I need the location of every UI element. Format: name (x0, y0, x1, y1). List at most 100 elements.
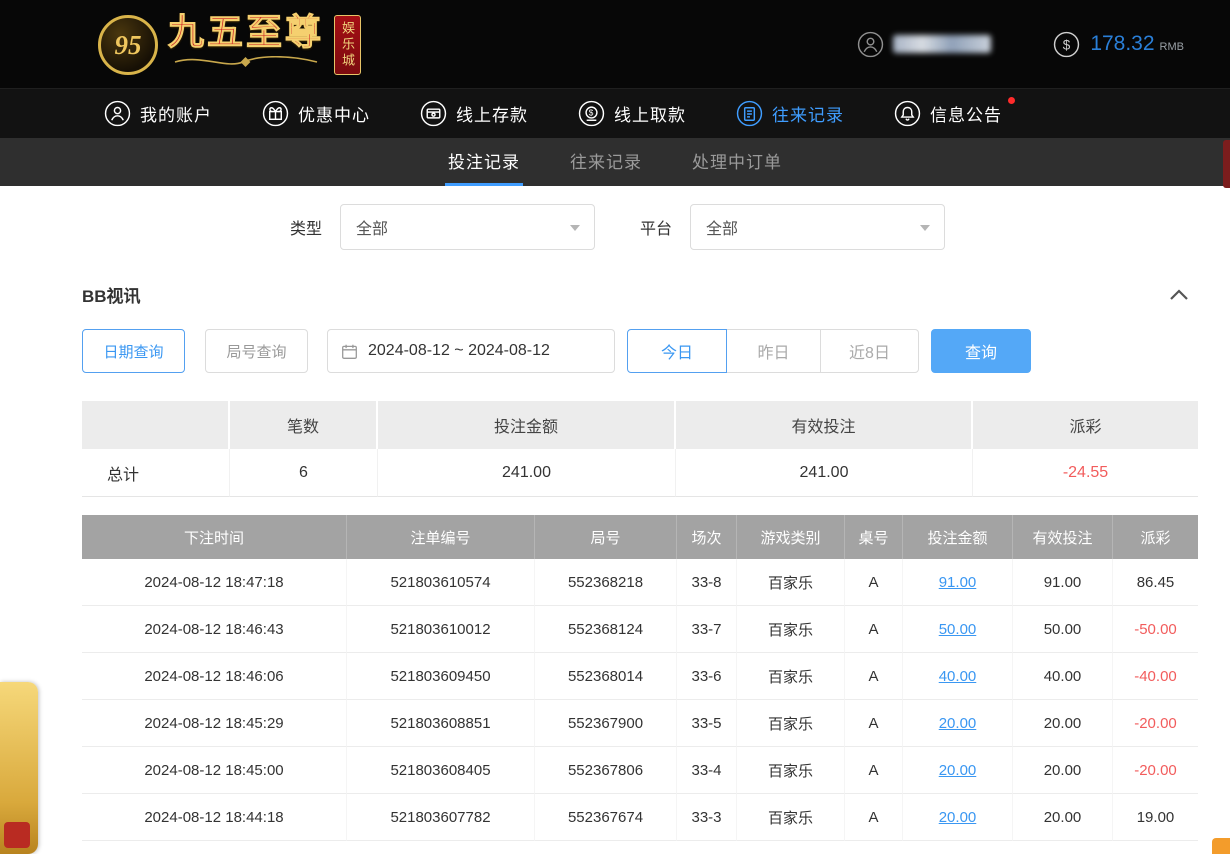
svg-text:$: $ (1063, 37, 1071, 52)
cell-payout: -20.00 (1113, 747, 1198, 794)
site-logo[interactable]: 95 九五至尊 娱乐城 (98, 13, 361, 75)
bet-amount-link[interactable]: 20.00 (939, 715, 977, 732)
record-tabs: 投注记录 往来记录 处理中订单 (0, 138, 1230, 186)
bet-amount-link[interactable]: 20.00 (939, 809, 977, 826)
col-round: 局号 (535, 515, 677, 559)
bet-amount-link[interactable]: 50.00 (939, 621, 977, 638)
last8days-button[interactable]: 近8日 (820, 329, 919, 373)
cell-round: 552368014 (535, 653, 677, 700)
cell-session: 33-3 (677, 794, 737, 841)
type-select[interactable]: 全部 (340, 204, 595, 250)
balance-currency: RMB (1160, 41, 1184, 53)
cell-session: 33-7 (677, 606, 737, 653)
cell-game-type: 百家乐 (737, 700, 845, 747)
type-filter-label: 类型 (290, 215, 322, 239)
username-redacted (893, 35, 991, 53)
cell-bet-time: 2024-08-12 18:44:18 (82, 794, 347, 841)
cell-valid-bet: 20.00 (1013, 700, 1113, 747)
summary-header-valid-bet: 有效投注 (676, 401, 973, 449)
summary-count: 6 (230, 449, 378, 497)
platform-select[interactable]: 全部 (690, 204, 945, 250)
cell-round: 552367900 (535, 700, 677, 747)
floating-widget-left-button[interactable] (4, 822, 30, 848)
platform-filter-label: 平台 (640, 215, 672, 239)
cell-round: 552368124 (535, 606, 677, 653)
logo-badge: 娱乐城 (334, 15, 361, 75)
nav-item-records[interactable]: 往来记录 (736, 100, 844, 127)
summary-total-label: 总计 (82, 449, 230, 497)
page: 95 九五至尊 娱乐城 $ 178.32 RMB 我的账户 (0, 0, 1230, 854)
date-range-value: 2024-08-12 ~ 2024-08-12 (368, 342, 550, 360)
nav-item-my-account[interactable]: 我的账户 (104, 100, 212, 127)
cell-bet-time: 2024-08-12 18:47:18 (82, 559, 347, 606)
records-icon (736, 100, 763, 127)
nav-label: 线上取款 (614, 101, 686, 126)
col-payout: 派彩 (1113, 515, 1198, 559)
cell-round: 552367806 (535, 747, 677, 794)
cell-table-no: A (845, 794, 903, 841)
floating-widget-right[interactable] (1212, 838, 1230, 854)
cell-game-type: 百家乐 (737, 559, 845, 606)
query-row: 日期查询 局号查询 2024-08-12 ~ 2024-08-12 今日 昨日 … (82, 329, 1198, 373)
col-game-type: 游戏类别 (737, 515, 845, 559)
user-area: $ 178.32 RMB (857, 31, 1184, 58)
yesterday-button[interactable]: 昨日 (726, 329, 821, 373)
nav-label: 信息公告 (930, 101, 1002, 126)
top-header: 95 九五至尊 娱乐城 $ 178.32 RMB (0, 0, 1230, 88)
tab-bet-records[interactable]: 投注记录 (445, 138, 523, 186)
cell-round: 552368218 (535, 559, 677, 606)
floating-widget-left[interactable] (0, 682, 38, 854)
nav-item-deposit[interactable]: 线上存款 (420, 100, 528, 127)
cell-session: 33-6 (677, 653, 737, 700)
summary-header-payout: 派彩 (973, 401, 1198, 449)
cell-session: 33-5 (677, 700, 737, 747)
logo-text: 九五至尊 (168, 13, 324, 73)
nav-item-withdraw[interactable]: $ 线上取款 (578, 100, 686, 127)
cell-bet-time: 2024-08-12 18:46:06 (82, 653, 347, 700)
cell-game-type: 百家乐 (737, 794, 845, 841)
bet-amount-link[interactable]: 20.00 (939, 762, 977, 779)
type-select-value: 全部 (356, 215, 388, 239)
collapse-chevron-icon[interactable] (1168, 288, 1198, 302)
platform-select-value: 全部 (706, 215, 738, 239)
nav-item-announcements[interactable]: 信息公告 (894, 100, 1002, 127)
summary-valid-bet: 241.00 (676, 449, 973, 497)
round-query-button[interactable]: 局号查询 (205, 329, 308, 373)
withdraw-icon: $ (578, 100, 605, 127)
nav-label: 优惠中心 (298, 101, 370, 126)
date-range-input[interactable]: 2024-08-12 ~ 2024-08-12 (327, 329, 615, 373)
nav-label: 线上存款 (456, 101, 528, 126)
cell-bet-time: 2024-08-12 18:46:43 (82, 606, 347, 653)
caret-down-icon (570, 225, 580, 231)
cell-payout: 86.45 (1113, 559, 1198, 606)
cell-valid-bet: 40.00 (1013, 653, 1113, 700)
svg-text:$: $ (589, 109, 595, 118)
nav-item-promotions[interactable]: 优惠中心 (262, 100, 370, 127)
cell-bet-id: 521803608405 (347, 747, 535, 794)
cell-game-type: 百家乐 (737, 747, 845, 794)
col-bet-time: 下注时间 (82, 515, 347, 559)
bet-amount-link[interactable]: 91.00 (939, 574, 977, 591)
cell-table-no: A (845, 747, 903, 794)
cell-bet-id: 521803608851 (347, 700, 535, 747)
cell-valid-bet: 50.00 (1013, 606, 1113, 653)
cell-bet-time: 2024-08-12 18:45:00 (82, 747, 347, 794)
bet-amount-link[interactable]: 40.00 (939, 668, 977, 685)
col-session: 场次 (677, 515, 737, 559)
gift-icon (262, 100, 289, 127)
summary-payout: -24.55 (973, 449, 1198, 497)
bell-icon (894, 100, 921, 127)
tab-processing-orders[interactable]: 处理中订单 (689, 138, 785, 186)
cell-round: 552367674 (535, 794, 677, 841)
date-query-button[interactable]: 日期查询 (82, 329, 185, 373)
account-icon (104, 100, 131, 127)
today-button[interactable]: 今日 (627, 329, 727, 373)
tab-transaction-records[interactable]: 往来记录 (567, 138, 645, 186)
quick-date-group: 今日 昨日 近8日 (627, 329, 919, 373)
balance-coin-icon: $ (1053, 31, 1080, 58)
search-button[interactable]: 查询 (931, 329, 1031, 373)
logo-flourish-icon (171, 55, 321, 73)
edge-floating-button[interactable] (1223, 140, 1230, 188)
deposit-icon (420, 100, 447, 127)
cell-session: 33-8 (677, 559, 737, 606)
